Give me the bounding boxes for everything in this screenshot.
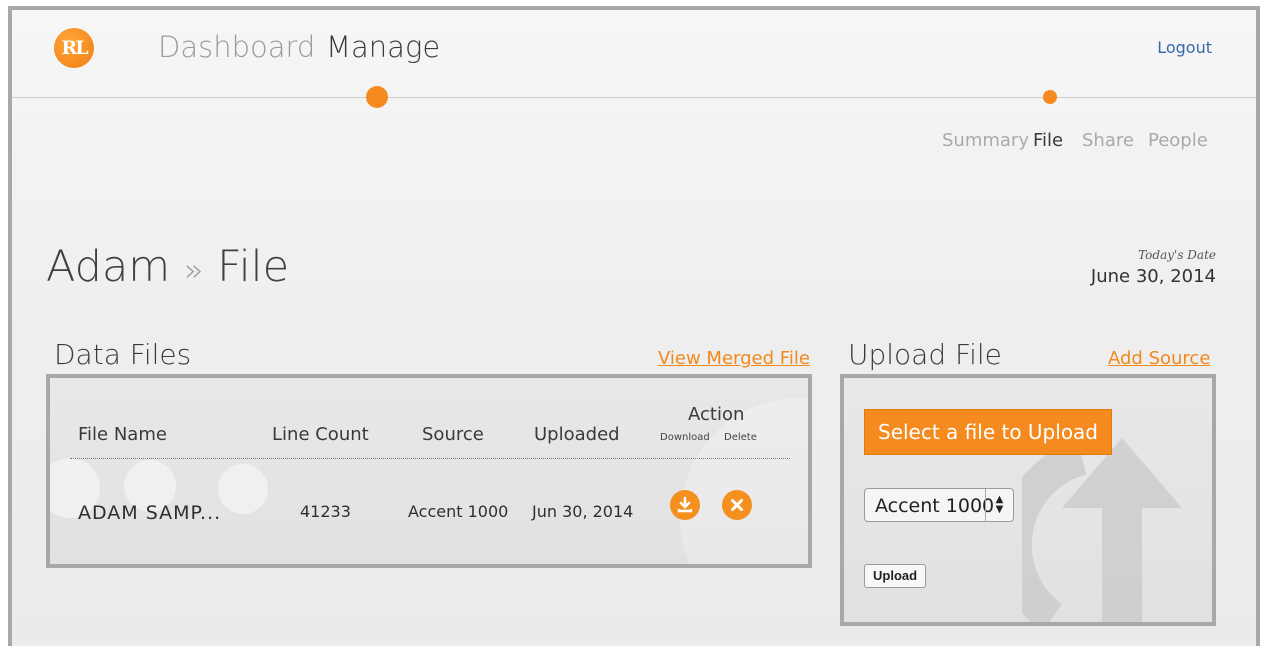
date-value: June 30, 2014	[1090, 266, 1216, 287]
delete-icon[interactable]	[722, 490, 752, 520]
breadcrumb-user[interactable]: Adam	[46, 242, 170, 292]
col-uploaded[interactable]: Uploaded	[534, 424, 620, 445]
select-arrows-icon: ▲ ▼	[985, 489, 1013, 521]
col-action-download: Download	[660, 432, 710, 443]
logout-link[interactable]: Logout	[1157, 38, 1212, 57]
source-select[interactable]: Accent 1000 ▲ ▼	[864, 488, 1014, 522]
row-file-name[interactable]: ADAM SAMP...	[78, 502, 221, 524]
col-line-count[interactable]: Line Count	[272, 424, 369, 445]
subnav-active-indicator	[1043, 90, 1057, 104]
subnav-summary[interactable]: Summary	[942, 130, 1029, 151]
date-label: Today's Date	[1138, 248, 1216, 262]
upload-panel: Select a file to Upload Accent 1000 ▲ ▼ U…	[840, 374, 1216, 626]
app-frame: RL Dashboard Manage Logout Summary File …	[8, 6, 1260, 646]
subnav-share[interactable]: Share	[1082, 130, 1134, 151]
row-line-count: 41233	[300, 502, 351, 521]
col-action: Action	[688, 404, 745, 425]
subnav-people[interactable]: People	[1148, 130, 1208, 151]
upload-button[interactable]: Upload	[864, 564, 927, 588]
header-divider	[70, 458, 790, 459]
decor-circle	[218, 464, 268, 514]
download-icon[interactable]	[670, 490, 700, 520]
row-source: Accent 1000	[408, 502, 509, 521]
nav-dashboard[interactable]: Dashboard	[158, 30, 315, 64]
row-uploaded: Jun 30, 2014	[532, 502, 634, 521]
subnav-file[interactable]: File	[1033, 130, 1063, 151]
data-files-panel: File Name Line Count Source Uploaded Act…	[46, 374, 812, 568]
select-file-button[interactable]: Select a file to Upload	[864, 409, 1112, 455]
view-merged-file-link[interactable]: View Merged File	[658, 348, 810, 369]
nav-divider	[12, 97, 1256, 98]
logo[interactable]: RL	[54, 28, 94, 68]
col-source[interactable]: Source	[422, 424, 484, 445]
breadcrumb-page: File	[217, 242, 290, 292]
nav-manage[interactable]: Manage	[326, 30, 440, 64]
add-source-link[interactable]: Add Source	[1108, 348, 1210, 369]
col-action-delete: Delete	[724, 432, 757, 443]
page-title: Adam » File	[46, 242, 289, 292]
breadcrumb-separator: »	[183, 251, 204, 289]
upload-file-title: Upload File	[848, 338, 1002, 371]
source-select-value: Accent 1000	[875, 495, 995, 517]
col-file-name[interactable]: File Name	[78, 424, 167, 445]
data-files-title: Data Files	[54, 338, 192, 371]
nav-active-indicator	[366, 86, 388, 108]
